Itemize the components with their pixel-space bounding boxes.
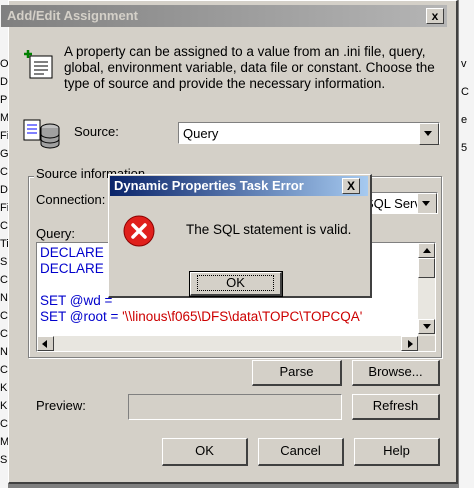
background-fragment: e [461,114,468,126]
query-horizontal-scrollbar[interactable] [37,336,418,351]
error-dialog-titlebar[interactable]: Dynamic Properties Task Error [110,176,368,196]
preview-field [128,394,342,420]
help-button[interactable]: Help [354,438,440,466]
background-fragment: C [0,328,8,340]
error-close-button[interactable]: X [342,178,360,194]
query-source-icon [23,119,60,149]
query-label: Query: [36,226,76,241]
dialog-description: A property can be assigned to a value fr… [64,44,435,91]
background-fragment: N [0,292,8,304]
query-vertical-scrollbar[interactable] [418,243,435,336]
source-select-value: Query [183,126,219,141]
scroll-left-icon[interactable] [37,336,54,351]
dialog-titlebar[interactable]: Add/Edit Assignment [1,5,447,27]
error-ok-label: OK [197,275,274,291]
refresh-button[interactable]: Refresh [352,394,440,420]
parse-button[interactable]: Parse [252,360,342,386]
background-fragment: C [0,166,8,178]
source-select[interactable]: Query [178,122,440,145]
background-fragment: v [461,58,467,70]
query-line: SET @wd = [40,293,117,308]
browse-button[interactable]: Browse... [352,360,440,386]
cancel-button[interactable]: Cancel [258,438,344,466]
error-ok-button[interactable]: OK [189,271,283,297]
query-line: SET @root = '\\linous\f065\DFS\data\TOPC… [40,309,363,324]
background-fragment: P [0,94,8,106]
background-fragment: S [0,256,8,268]
dialog-title: Add/Edit Assignment [7,8,138,23]
background-app-left: O D P M Fi G C D Fi C Ti S C N C C N C Ki Ki C M S [0,0,10,488]
connection-label: Connection: [36,192,106,207]
background-fragment: N [0,346,8,358]
background-fragment: C [0,220,8,232]
preview-label: Preview: [36,398,86,413]
background-fragment: C [0,364,8,376]
background-app-right: v Ce 5 [458,0,474,488]
scroll-thumb[interactable] [418,258,435,278]
background-fragment: C [461,86,469,98]
background-fragment: C [0,310,8,322]
dialog-close-button[interactable]: x [426,8,444,24]
background-fragment: S [0,454,8,466]
scroll-down-icon[interactable] [418,319,435,334]
source-label: Source: [74,124,119,139]
error-message: The SQL statement is valid. [186,222,352,237]
background-fragment: C [0,274,8,286]
chevron-down-icon[interactable] [417,193,437,213]
background-fragment: 5 [461,142,468,154]
scrollbar-corner [418,336,435,351]
background-fragment: C [0,418,8,430]
background-fragment: D [0,184,8,196]
error-dialog-title: Dynamic Properties Task Error [114,178,304,193]
ok-button[interactable]: OK [162,438,248,466]
property-info-icon [24,50,53,79]
background-fragment: D [0,76,8,88]
scroll-right-icon[interactable] [401,336,418,351]
chevron-down-icon[interactable] [419,123,439,145]
scroll-up-icon[interactable] [418,243,435,258]
error-icon [123,215,155,247]
